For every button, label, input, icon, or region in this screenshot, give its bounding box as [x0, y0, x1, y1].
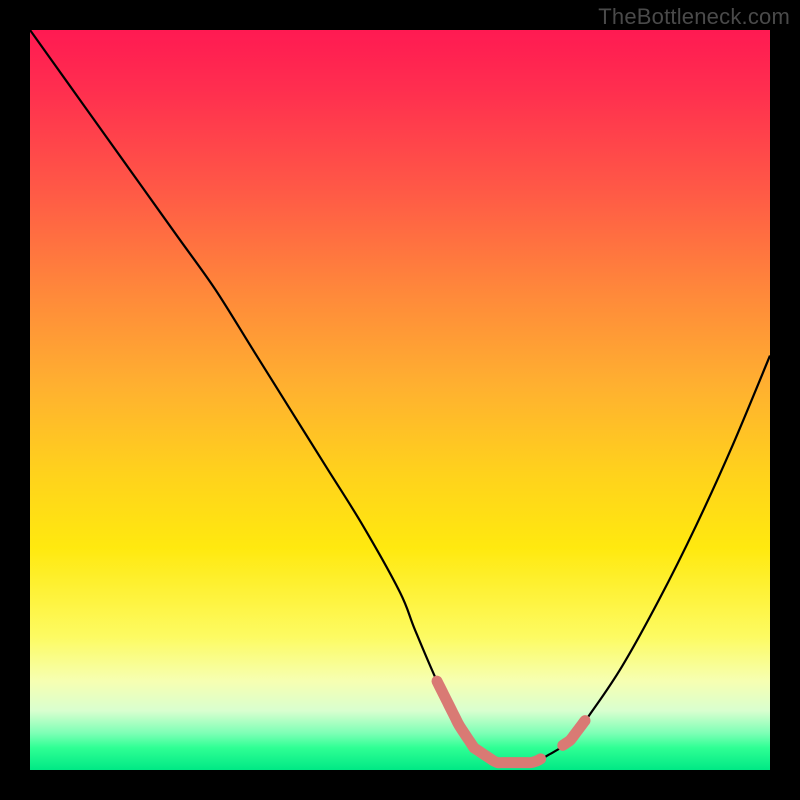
chart-frame: TheBottleneck.com: [0, 0, 800, 800]
highlight-segment: [474, 748, 541, 763]
plot-area: [30, 30, 770, 770]
attribution-text: TheBottleneck.com: [598, 4, 790, 30]
highlight-segment: [437, 681, 474, 748]
bottleneck-curve: [30, 30, 770, 764]
highlight-group: [437, 681, 585, 763]
curve-layer: [30, 30, 770, 770]
highlight-segment: [563, 721, 585, 746]
